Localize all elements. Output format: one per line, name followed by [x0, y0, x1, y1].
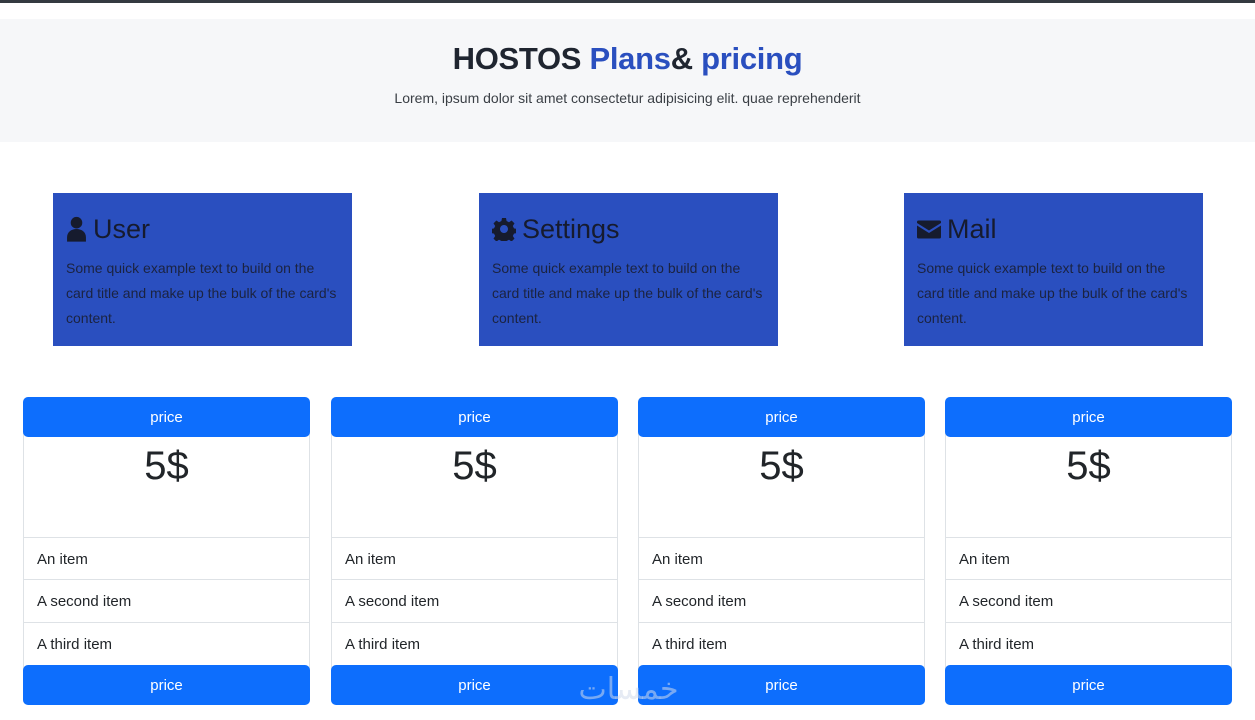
feature-card-header: Settings [492, 211, 765, 247]
feature-card-header: User [66, 211, 339, 247]
plan-price: 5$ [144, 444, 189, 488]
plan-header-button[interactable]: price [638, 397, 925, 437]
envelope-icon [917, 220, 941, 238]
list-item: A second item [24, 579, 309, 621]
feature-card-title: Mail [947, 214, 997, 244]
plan-footer-button[interactable]: price [23, 665, 310, 705]
list-item: An item [639, 537, 924, 579]
pricing-card-2: price 5$ An item A second item A third i… [331, 397, 618, 705]
plan-price: 5$ [759, 444, 804, 488]
list-item: An item [946, 537, 1231, 579]
feature-card-mail: Mail Some quick example text to build on… [904, 193, 1203, 346]
feature-card-title: User [93, 214, 151, 244]
top-border [0, 0, 1255, 3]
list-item: A third item [24, 622, 309, 664]
pricing-card-4: price 5$ An item A second item A third i… [945, 397, 1232, 705]
feature-card-user: User Some quick example text to build on… [53, 193, 352, 346]
title-ampersand: & [670, 41, 693, 76]
feature-card-text: Some quick example text to build on the … [492, 260, 763, 326]
plan-footer-button[interactable]: price [638, 665, 925, 705]
brand-name: HOSTOS [452, 41, 582, 76]
list-item: An item [332, 537, 617, 579]
list-item: An item [24, 537, 309, 579]
hero-banner: HOSTOS Plans& pricing Lorem, ipsum dolor… [0, 19, 1255, 142]
gear-icon [492, 218, 516, 241]
title-plans: Plans [589, 41, 671, 76]
list-item: A second item [332, 579, 617, 621]
plan-footer-button[interactable]: price [945, 665, 1232, 705]
list-item: A third item [639, 622, 924, 664]
feature-card-settings: Settings Some quick example text to buil… [479, 193, 778, 346]
plan-price: 5$ [452, 444, 497, 488]
plan-header-button[interactable]: price [331, 397, 618, 437]
feature-card-text: Some quick example text to build on the … [66, 260, 337, 326]
list-item: A second item [946, 579, 1231, 621]
feature-card-header: Mail [917, 211, 1190, 247]
pricing-card-1: price 5$ An item A second item A third i… [23, 397, 310, 705]
feature-card-text: Some quick example text to build on the … [917, 260, 1188, 326]
list-item: A third item [946, 622, 1231, 664]
page-title: HOSTOS Plans& pricing [0, 40, 1255, 78]
plan-footer-button[interactable]: price [331, 665, 618, 705]
user-icon [67, 216, 86, 242]
feature-card-title: Settings [522, 214, 620, 244]
list-item: A second item [639, 579, 924, 621]
page-subtitle: Lorem, ipsum dolor sit amet consectetur … [394, 90, 861, 106]
plan-price: 5$ [1066, 444, 1111, 488]
plan-header-button[interactable]: price [23, 397, 310, 437]
title-pricing: pricing [701, 41, 803, 76]
list-item: A third item [332, 622, 617, 664]
plan-header-button[interactable]: price [945, 397, 1232, 437]
pricing-card-3: price 5$ An item A second item A third i… [638, 397, 925, 705]
